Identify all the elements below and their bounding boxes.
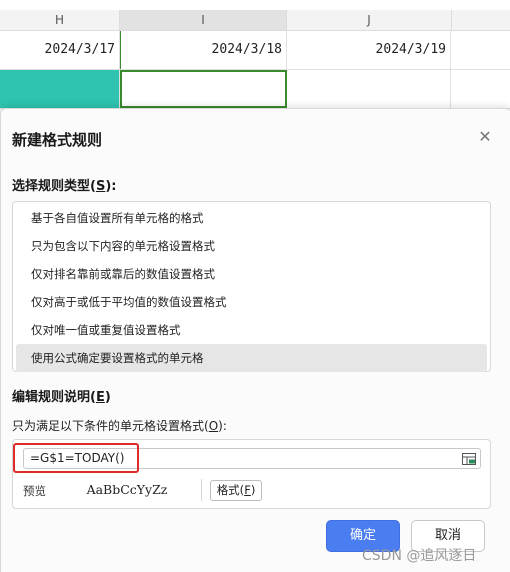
watermark-text: CSDN @追风逐日	[362, 548, 477, 564]
dialog-title: 新建格式规则	[12, 131, 103, 149]
formula-condition-label: 只为满足以下条件的单元格设置格式(O):	[12, 419, 227, 433]
new-format-rule-dialog: 新建格式规则 ✕ 选择规则类型(S): 基于各自值设置所有单元格的格式 只为包含…	[0, 108, 510, 572]
rule-type-item[interactable]: 仅对高于或低于平均值的数值设置格式	[16, 288, 487, 316]
rule-type-item[interactable]: 仅对排名靠前或靠后的数值设置格式	[16, 260, 487, 288]
format-button[interactable]: 格式(F)	[210, 480, 262, 501]
preview-label: 预览	[23, 484, 46, 498]
cell-h-date[interactable]: 2024/3/17	[0, 31, 120, 69]
rule-type-item[interactable]: 基于各自值设置所有单元格的格式	[16, 204, 487, 232]
format-row	[0, 70, 510, 109]
range-select-icon[interactable]	[462, 453, 476, 465]
date-row: 2024/3/17 2024/3/18 2024/3/19	[0, 31, 510, 70]
cell-j-empty[interactable]	[287, 70, 451, 108]
cell-j-date[interactable]: 2024/3/19	[287, 31, 451, 69]
column-header-bar: H I J	[0, 10, 510, 31]
column-header-j[interactable]: J	[287, 10, 452, 30]
rule-type-item-selected[interactable]: 使用公式确定要设置格式的单元格	[16, 344, 487, 372]
rule-type-label: 选择规则类型(S):	[12, 179, 117, 194]
rule-type-item[interactable]: 仅对唯一值或重复值设置格式	[16, 316, 487, 344]
cell-h-filled[interactable]	[0, 70, 120, 108]
column-header-i[interactable]: I	[120, 10, 287, 30]
column-header-h[interactable]: H	[0, 10, 120, 30]
cell-i-date[interactable]: 2024/3/18	[120, 31, 287, 69]
rule-type-list[interactable]: 基于各自值设置所有单元格的格式 只为包含以下内容的单元格设置格式 仅对排名靠前或…	[12, 201, 491, 372]
cell-i-active[interactable]	[120, 70, 287, 108]
rule-description-panel: =G$1=TODAY() 预览 AaBbCcYyZz 格式(F)	[12, 439, 491, 509]
rule-type-item[interactable]: 只为包含以下内容的单元格设置格式	[16, 232, 487, 260]
close-icon[interactable]: ✕	[477, 129, 493, 145]
formula-input[interactable]: =G$1=TODAY()	[23, 448, 481, 469]
edit-rule-label: 编辑规则说明(E)	[12, 390, 111, 405]
preview-sample: AaBbCcYyZz	[53, 479, 202, 501]
